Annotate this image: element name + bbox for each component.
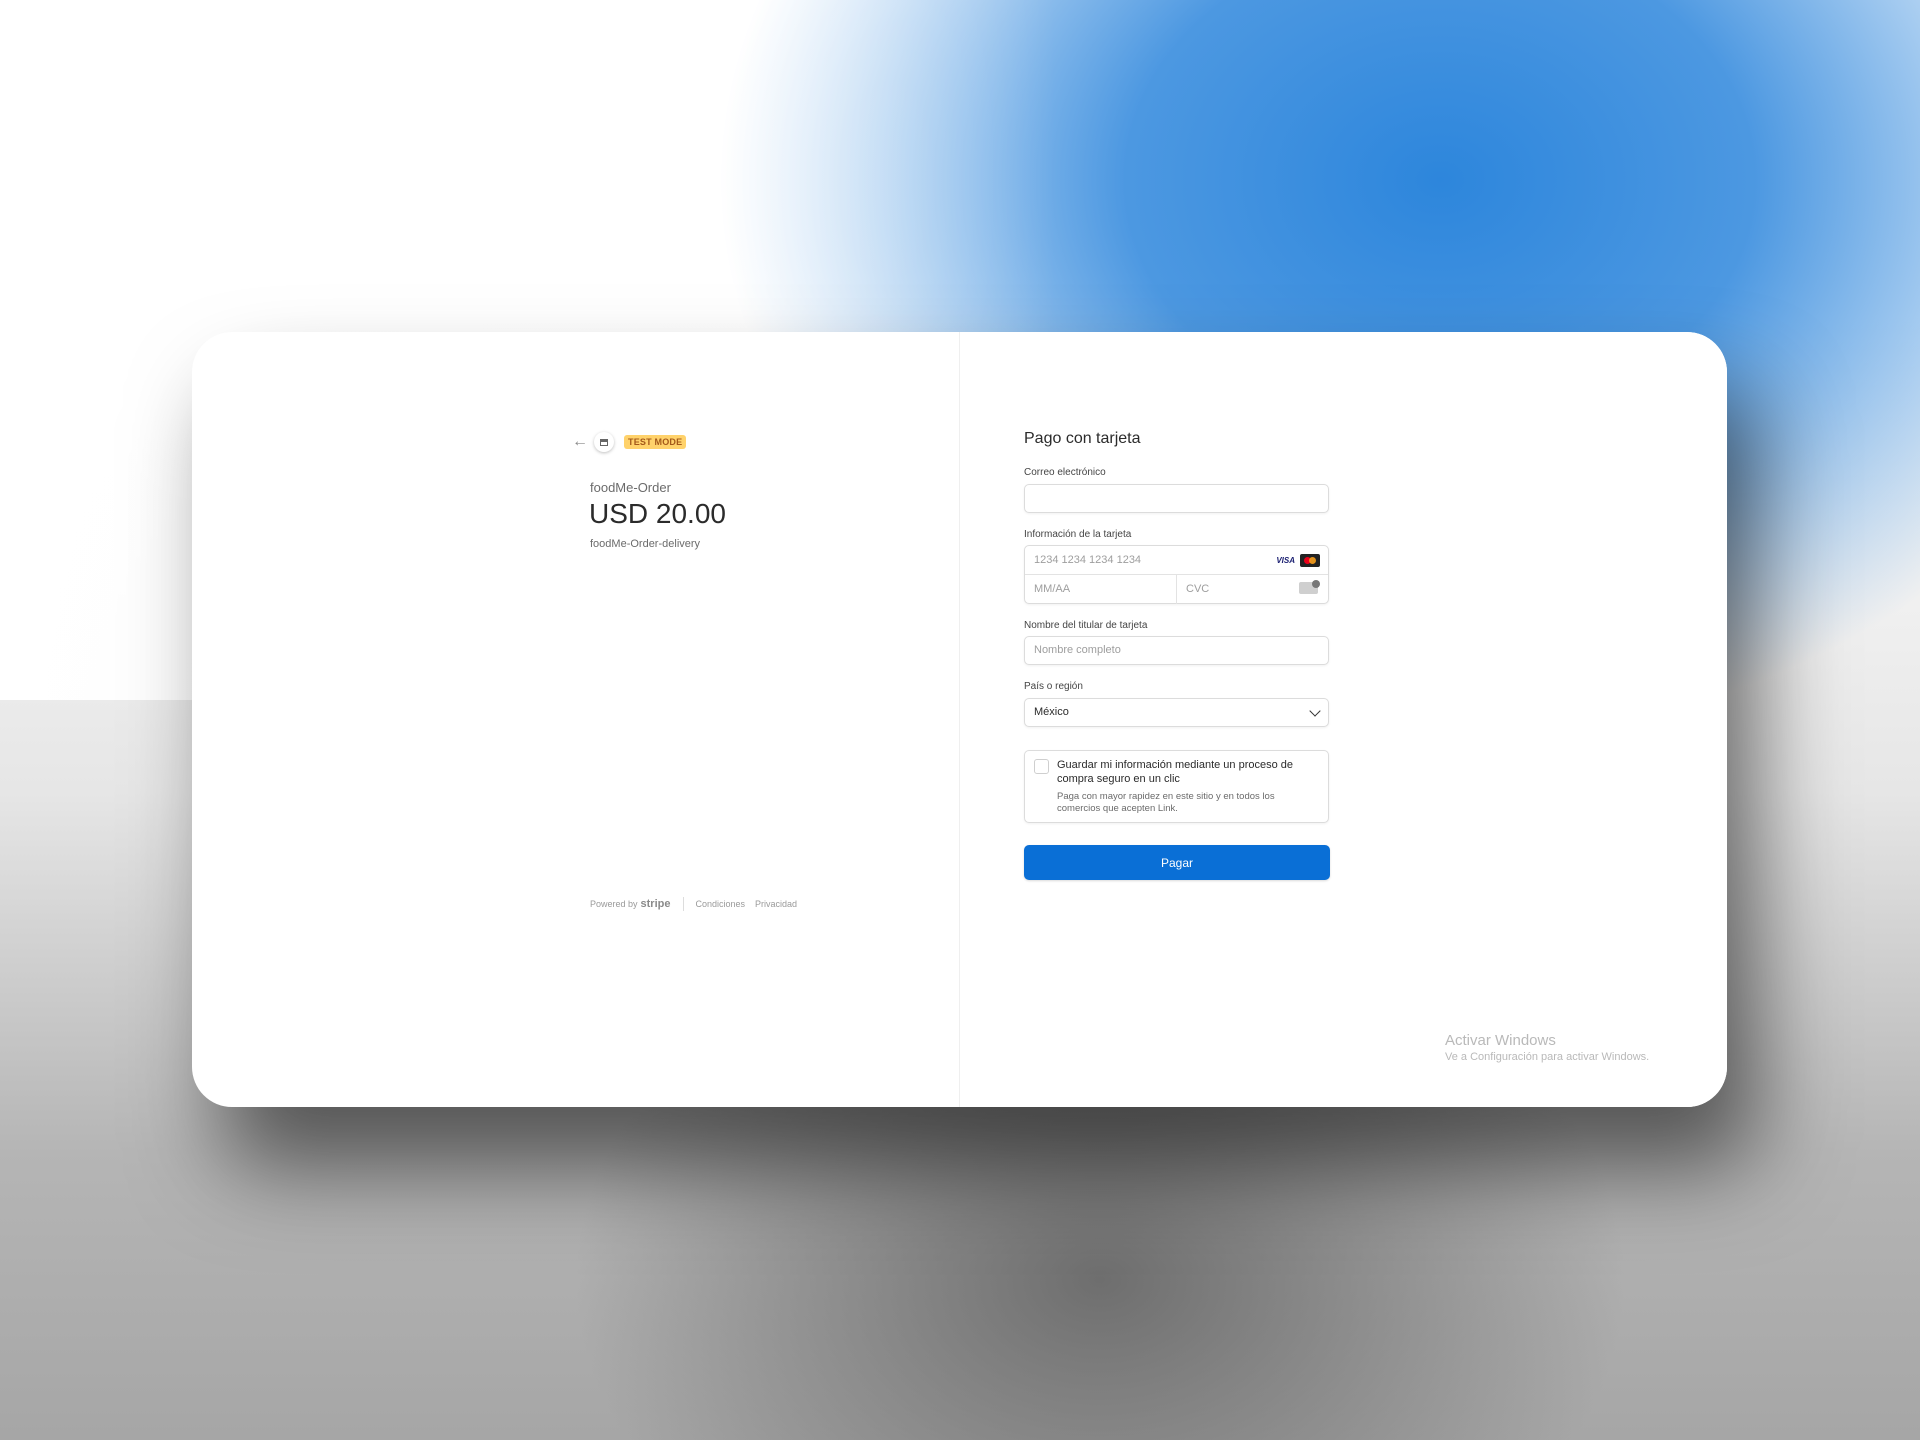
order-price: USD 20.00 [589,498,726,529]
form-title: Pago con tarjeta [1024,430,1141,447]
watermark-subtitle: Ve a Configuración para activar Windows. [1445,1051,1650,1063]
country-value: México [1034,706,1069,718]
save-info-box: Guardar mi información mediante un proce… [1024,750,1329,823]
save-info-subtitle: Paga con mayor rapidez en este sitio y e… [1057,791,1275,814]
expiry-field[interactable]: MM/AA [1025,575,1177,604]
panel-divider [959,332,960,1107]
windows-activation-watermark: Activar Windows Ve a Configuración para … [1445,1032,1649,1063]
product-name: foodMe-Order [590,480,671,495]
mastercard-icon [1300,554,1320,567]
watermark-title: Activar Windows [1445,1032,1556,1049]
cardholder-name-label: Nombre del titular de tarjeta [1024,620,1148,631]
summary-footer: Powered by stripe Condiciones Privacidad [590,897,807,911]
cvc-card-icon [1299,580,1320,594]
pay-button[interactable]: Pagar [1024,845,1330,880]
email-label: Correo electrónico [1024,467,1106,478]
save-info-checkbox[interactable] [1034,759,1049,774]
summary-topbar: ← TEST MODE [570,432,687,452]
stripe-logo[interactable]: stripe [641,898,671,910]
country-label: País o región [1024,681,1083,692]
product-description: foodMe-Order-delivery [590,538,701,550]
test-mode-badge: TEST MODE [624,435,687,449]
card-info-group: 1234 1234 1234 1234 VISA MM/AA CVC [1024,545,1329,604]
cardholder-name-field[interactable]: Nombre completo [1024,636,1329,665]
powered-by-text: Powered by [590,899,638,909]
chevron-down-icon [1309,705,1321,717]
visa-icon: VISA [1276,556,1295,565]
email-field[interactable] [1024,484,1329,513]
country-select[interactable]: México [1024,698,1329,727]
footer-separator [682,897,684,911]
save-info-title: Guardar mi información mediante un proce… [1057,759,1294,785]
checkout-card: ← TEST MODE foodMe-Order USD 20.00 foodM… [192,332,1727,1107]
privacy-link[interactable]: Privacidad [755,899,797,909]
store-icon [594,432,614,452]
card-info-label: Información de la tarjeta [1024,529,1132,540]
back-arrow-icon[interactable]: ← [570,432,590,452]
terms-link[interactable]: Condiciones [696,899,746,909]
